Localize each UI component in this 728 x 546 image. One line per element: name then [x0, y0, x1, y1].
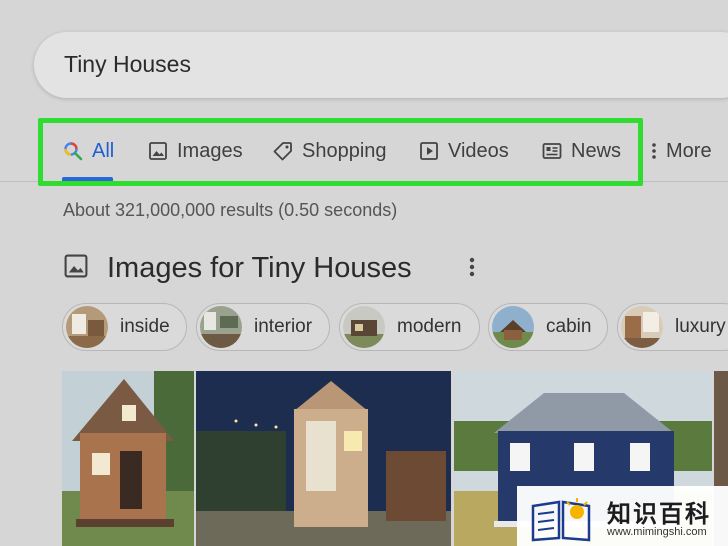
- more-vert-icon: [648, 140, 660, 162]
- book-logo-icon: [531, 498, 591, 542]
- search-input[interactable]: Tiny Houses: [64, 51, 191, 78]
- results-count: About 321,000,000 results (0.50 seconds): [63, 200, 398, 220]
- watermark: 知识百科 www.mimingshi.com: [517, 486, 728, 546]
- image-result[interactable]: [196, 371, 451, 546]
- images-section-header: Images for Tiny Houses: [63, 248, 412, 288]
- house-image: [196, 371, 451, 546]
- image-result[interactable]: [62, 371, 194, 546]
- chip-thumbnail: [343, 306, 385, 348]
- chip-luxury[interactable]: luxury: [617, 303, 728, 351]
- section-title: Images for Tiny Houses: [107, 251, 412, 284]
- section-menu-icon[interactable]: [466, 255, 478, 279]
- chip-thumbnail: [621, 306, 663, 348]
- chip-thumbnail: [492, 306, 534, 348]
- watermark-text: 知识百科: [607, 501, 711, 528]
- search-box[interactable]: Tiny Houses: [34, 32, 728, 98]
- chip-interior[interactable]: interior: [196, 303, 330, 351]
- chip-thumbnail: [200, 306, 242, 348]
- tab-more[interactable]: More: [648, 136, 712, 166]
- chip-label: cabin: [546, 316, 592, 337]
- chip-label: inside: [120, 316, 170, 337]
- tab-label: More: [666, 139, 712, 162]
- chip-label: modern: [397, 316, 462, 337]
- tabs-highlight-box: [38, 118, 643, 186]
- chip-label: luxury: [675, 316, 726, 337]
- house-image: [62, 371, 194, 546]
- chip-thumbnail: [66, 306, 108, 348]
- chip-cabin[interactable]: cabin: [488, 303, 608, 351]
- chip-label: interior: [254, 316, 313, 337]
- watermark-url: www.mimingshi.com: [607, 526, 707, 538]
- chip-inside[interactable]: inside: [62, 303, 187, 351]
- chip-modern[interactable]: modern: [339, 303, 480, 351]
- image-icon: [63, 253, 89, 284]
